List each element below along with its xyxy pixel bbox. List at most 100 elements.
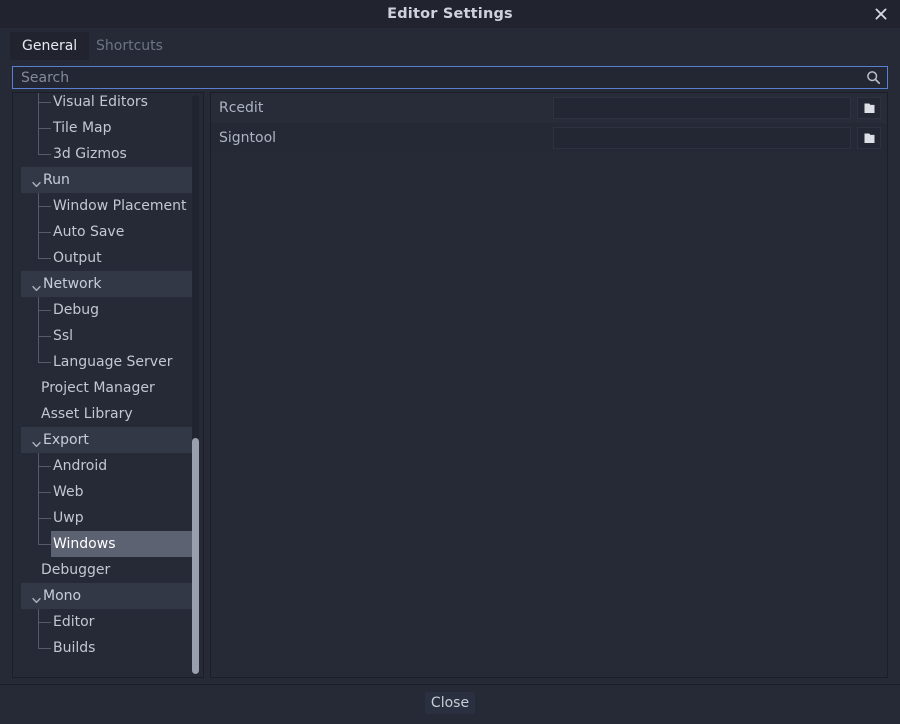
tree-connector-vertical	[38, 349, 39, 362]
search-bar	[12, 66, 888, 89]
window-title: Editor Settings	[0, 0, 900, 28]
tree-item-uwp[interactable]: Uwp	[13, 505, 195, 531]
tree-connector-horizontal	[38, 544, 51, 545]
property-path-input[interactable]	[553, 97, 851, 119]
tree-item-label: Web	[53, 479, 84, 505]
tree-connector-horizontal	[38, 206, 51, 207]
tree-item-debug[interactable]: Debug	[13, 297, 195, 323]
tree-item-label: Export	[43, 427, 89, 453]
tree-item-project-manager[interactable]: Project Manager	[13, 375, 195, 401]
tree-connector-horizontal	[38, 362, 51, 363]
tree-item-label: Run	[43, 167, 70, 193]
tree-connector-horizontal	[38, 232, 51, 233]
tree-scrollbar-thumb[interactable]	[192, 438, 199, 674]
tree-connector-horizontal	[38, 466, 51, 467]
tab-shortcuts[interactable]: Shortcuts	[84, 32, 175, 60]
tree-connector-horizontal	[38, 154, 51, 155]
search-icon[interactable]	[865, 69, 882, 86]
tree-connector-vertical	[38, 453, 39, 479]
tree-item-ssl[interactable]: Ssl	[13, 323, 195, 349]
tree-connector-vertical	[38, 531, 39, 544]
search-input[interactable]	[13, 67, 858, 88]
tree-item-network[interactable]: Network	[13, 271, 195, 297]
tree-connector-vertical	[38, 193, 39, 219]
tab-general[interactable]: General	[10, 32, 89, 60]
tree-connector-vertical	[38, 115, 39, 141]
chevron-down-icon[interactable]	[32, 592, 41, 599]
tree-connector-vertical	[38, 141, 39, 154]
tree-item-visual-editors[interactable]: Visual Editors	[13, 92, 195, 115]
tree-item-label: Asset Library	[41, 401, 133, 427]
tree-item-window-placement[interactable]: Window Placement	[13, 193, 195, 219]
file-browse-icon[interactable]	[857, 127, 881, 149]
titlebar: Editor Settings	[0, 0, 900, 28]
chevron-down-icon[interactable]	[32, 436, 41, 443]
tree-connector-vertical	[38, 505, 39, 531]
tree-connector-vertical	[38, 92, 39, 115]
settings-properties-panel: RceditSigntool	[210, 92, 888, 678]
tree-item-label: 3d Gizmos	[53, 141, 127, 167]
tree-item-label: Project Manager	[41, 375, 155, 401]
tree-item-label: Debug	[53, 297, 99, 323]
tree-item-label: Windows	[53, 531, 116, 557]
tree-item-mono[interactable]: Mono	[13, 583, 195, 609]
tree-connector-vertical	[38, 297, 39, 323]
settings-category-tree[interactable]: Visual EditorsTile Map3d GizmosRunWindow…	[12, 92, 204, 678]
tree-item-label: Tile Map	[53, 115, 112, 141]
tree-connector-horizontal	[38, 492, 51, 493]
tree-connector-horizontal	[38, 128, 51, 129]
tree-item-label: Android	[53, 453, 107, 479]
tree-item-label: Uwp	[53, 505, 84, 531]
tree-item-label: Auto Save	[53, 219, 124, 245]
tree-item-label: Editor	[53, 609, 94, 635]
property-label: Rcedit	[219, 93, 263, 123]
tree-item-label: Language Server	[53, 349, 172, 375]
tree-item-builds[interactable]: Builds	[13, 635, 195, 661]
tab-bar: General Shortcuts	[0, 28, 900, 60]
tree-item-label: Output	[53, 245, 102, 271]
tree-connector-horizontal	[38, 648, 51, 649]
tree-connector-horizontal	[38, 622, 51, 623]
property-row: Rcedit	[211, 93, 887, 123]
tree-item-android[interactable]: Android	[13, 453, 195, 479]
tree-item-run[interactable]: Run	[13, 167, 195, 193]
tree-scroll-content: Visual EditorsTile Map3d GizmosRunWindow…	[13, 92, 195, 661]
tree-item-export[interactable]: Export	[13, 427, 195, 453]
tree-connector-vertical	[38, 479, 39, 505]
tree-item-windows[interactable]: Windows	[13, 531, 195, 557]
footer-separator	[0, 684, 900, 685]
property-row: Signtool	[211, 123, 887, 153]
tree-connector-horizontal	[38, 336, 51, 337]
tree-item-web[interactable]: Web	[13, 479, 195, 505]
tree-item-label: Builds	[53, 635, 95, 661]
tree-connector-horizontal	[38, 310, 51, 311]
tree-connector-vertical	[38, 219, 39, 245]
tree-connector-vertical	[38, 609, 39, 635]
tree-item-debugger[interactable]: Debugger	[13, 557, 195, 583]
tree-connector-horizontal	[38, 102, 51, 103]
chevron-down-icon[interactable]	[32, 176, 41, 183]
file-browse-icon[interactable]	[857, 97, 881, 119]
tree-item-label: Visual Editors	[53, 92, 148, 115]
tree-item-output[interactable]: Output	[13, 245, 195, 271]
tree-item-editor[interactable]: Editor	[13, 609, 195, 635]
tree-connector-horizontal	[38, 258, 51, 259]
tree-item-tile-map[interactable]: Tile Map	[13, 115, 195, 141]
chevron-down-icon[interactable]	[32, 280, 41, 287]
tree-connector-vertical	[38, 245, 39, 258]
tree-connector-horizontal	[38, 518, 51, 519]
tree-item-label: Mono	[43, 583, 81, 609]
tree-item-label: Window Placement	[53, 193, 187, 219]
tree-item-label: Network	[43, 271, 101, 297]
tree-item-asset-library[interactable]: Asset Library	[13, 401, 195, 427]
property-label: Signtool	[219, 123, 276, 153]
tree-item-3d-gizmos[interactable]: 3d Gizmos	[13, 141, 195, 167]
close-button[interactable]: Close	[425, 692, 475, 714]
tree-connector-vertical	[38, 323, 39, 349]
property-path-input[interactable]	[553, 127, 851, 149]
tree-connector-vertical	[38, 635, 39, 648]
tree-item-language-server[interactable]: Language Server	[13, 349, 195, 375]
tree-item-auto-save[interactable]: Auto Save	[13, 219, 195, 245]
tree-item-label: Debugger	[41, 557, 110, 583]
close-x-icon[interactable]	[868, 2, 894, 26]
